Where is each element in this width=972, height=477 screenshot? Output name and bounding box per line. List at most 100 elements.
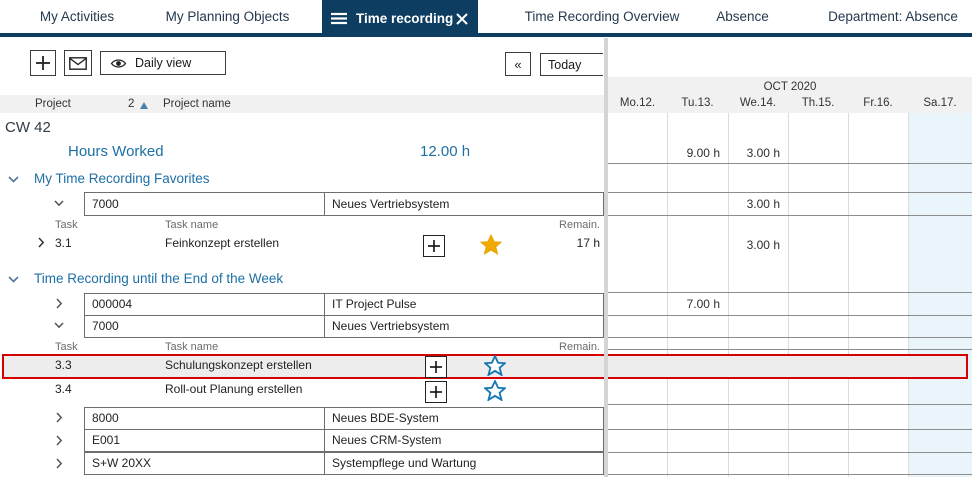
project-code-cell[interactable]: 000004 xyxy=(84,293,325,316)
task-name-column-header: Task name xyxy=(165,219,218,231)
tab-absence[interactable]: Absence xyxy=(700,0,785,33)
project-expand-icon[interactable] xyxy=(56,458,63,469)
grid-row-line xyxy=(608,163,972,164)
section-collapse-icon[interactable] xyxy=(8,276,19,283)
today-button[interactable]: Today xyxy=(540,53,603,76)
hours-cell-000004-tu13[interactable]: 7.00 h xyxy=(667,297,720,311)
day-header-mo12: Mo.12. xyxy=(608,95,667,112)
section-title-end-of-week: Time Recording until the End of the Week xyxy=(34,271,283,286)
day-header-we14: We.14. xyxy=(728,95,788,112)
add-time-entry-button[interactable] xyxy=(423,235,445,257)
grid-column-line xyxy=(788,113,789,477)
plus-icon xyxy=(430,386,442,398)
favorite-star-outline-icon[interactable] xyxy=(484,355,506,376)
grid-row-line xyxy=(608,404,972,405)
calendar-week-label: CW 42 xyxy=(5,119,51,136)
plus-icon xyxy=(36,56,50,70)
project-code-cell[interactable]: 8000 xyxy=(84,407,325,430)
project-column-header: Project xyxy=(35,95,71,113)
hours-worked-label: Hours Worked xyxy=(68,143,164,160)
hours-cell-total-we14[interactable]: 3.00 h xyxy=(728,146,780,160)
project-code-cell[interactable]: S+W 20XX xyxy=(84,452,325,475)
task-name[interactable]: Roll-out Planung erstellen xyxy=(165,382,302,396)
project-code-cell[interactable]: 7000 xyxy=(84,192,325,216)
time-recording-app: My Activities My Planning Objects Time r… xyxy=(0,0,972,477)
project-name-cell[interactable]: Neues Vertriebsystem xyxy=(324,192,604,216)
grid-row-line xyxy=(608,429,972,430)
grid-row-line xyxy=(608,349,972,350)
project-collapse-icon[interactable] xyxy=(54,200,64,207)
grid-column-line xyxy=(728,113,729,477)
project-expand-icon[interactable] xyxy=(56,298,63,309)
day-header-th15: Th.15. xyxy=(788,95,848,112)
remaining-column-header: Remain. xyxy=(450,341,600,353)
sort-ascending-icon xyxy=(140,102,148,109)
hours-worked-total: 12.00 h xyxy=(420,143,470,160)
favorite-star-outline-icon[interactable] xyxy=(484,380,506,401)
project-code-cell[interactable]: E001 xyxy=(84,429,325,452)
add-time-entry-button[interactable] xyxy=(425,356,447,378)
task-column-header: Task xyxy=(55,219,78,231)
task-expand-icon[interactable] xyxy=(38,237,45,248)
grid-column-line xyxy=(667,113,668,477)
project-name-cell[interactable]: Systempflege und Wartung xyxy=(324,452,604,475)
day-header-fr16: Fr.16. xyxy=(848,95,908,112)
mail-button[interactable] xyxy=(64,50,92,76)
envelope-icon xyxy=(69,57,87,70)
project-name-column-header[interactable]: Project name xyxy=(163,95,231,113)
task-name-column-header: Task name xyxy=(165,341,218,353)
grid-row-line xyxy=(608,452,972,453)
close-tab-icon[interactable] xyxy=(456,13,468,25)
hours-cell-total-tu13[interactable]: 9.00 h xyxy=(667,146,720,160)
project-collapse-icon[interactable] xyxy=(54,322,64,329)
eye-icon xyxy=(110,58,127,69)
table-header-band xyxy=(0,95,604,113)
grid-row-line xyxy=(608,315,972,316)
task-name[interactable]: Feinkonzept erstellen xyxy=(165,236,279,250)
grid-row-line xyxy=(608,215,972,216)
project-name-cell[interactable]: IT Project Pulse xyxy=(324,293,604,316)
project-name-cell[interactable]: Neues CRM-System xyxy=(324,429,604,452)
today-button-label: Today xyxy=(548,58,581,72)
grid-row-line xyxy=(608,474,972,475)
project-expand-icon[interactable] xyxy=(56,435,63,446)
project-name-cell[interactable]: Neues Vertriebsystem xyxy=(324,315,604,338)
task-remaining-value: 17 h xyxy=(450,236,600,250)
add-time-entry-button[interactable] xyxy=(425,381,447,403)
task-name[interactable]: Schulungskonzept erstellen xyxy=(165,358,312,372)
project-expand-icon[interactable] xyxy=(56,412,63,423)
hamburger-menu-icon[interactable] xyxy=(331,12,347,25)
view-selector[interactable]: Daily view xyxy=(100,51,226,75)
section-collapse-icon[interactable] xyxy=(8,176,19,183)
task-code[interactable]: 3.4 xyxy=(55,382,72,396)
task-code[interactable]: 3.1 xyxy=(55,236,72,250)
grid-column-line xyxy=(908,113,909,477)
plus-icon xyxy=(428,240,440,252)
project-name-cell[interactable]: Neues BDE-System xyxy=(324,407,604,430)
active-tab-label: Time recording xyxy=(356,11,453,26)
tab-my-activities[interactable]: My Activities xyxy=(12,0,142,33)
project-code-cell[interactable]: 7000 xyxy=(84,315,325,338)
day-header-sa17: Sa.17. xyxy=(908,95,972,112)
remaining-column-header: Remain. xyxy=(450,219,600,231)
sort-order-label: 2 xyxy=(128,95,134,113)
tab-time-recording[interactable]: Time recording xyxy=(322,0,478,37)
grid-row-line xyxy=(608,192,972,193)
tab-time-recording-overview[interactable]: Time Recording Overview xyxy=(497,0,707,33)
day-header-tu13: Tu.13. xyxy=(667,95,728,112)
grid-row-line xyxy=(608,337,972,338)
task-column-header: Task xyxy=(55,341,78,353)
panel-divider[interactable] xyxy=(604,38,608,477)
weekend-column-background xyxy=(908,113,972,477)
grid-row-line xyxy=(608,292,972,293)
tab-department-absence[interactable]: Department: Absence xyxy=(818,0,968,33)
tab-my-planning-objects[interactable]: My Planning Objects xyxy=(150,0,305,33)
hours-cell-task31-we14[interactable]: 3.00 h xyxy=(728,238,780,252)
month-label: OCT 2020 xyxy=(608,78,972,96)
add-button[interactable] xyxy=(30,50,56,76)
grid-column-line xyxy=(848,113,849,477)
tabbar-underline xyxy=(0,33,972,37)
previous-week-button[interactable]: « xyxy=(505,52,531,76)
hours-cell-7000-we14[interactable]: 3.00 h xyxy=(728,197,780,211)
task-code[interactable]: 3.3 xyxy=(55,358,72,372)
